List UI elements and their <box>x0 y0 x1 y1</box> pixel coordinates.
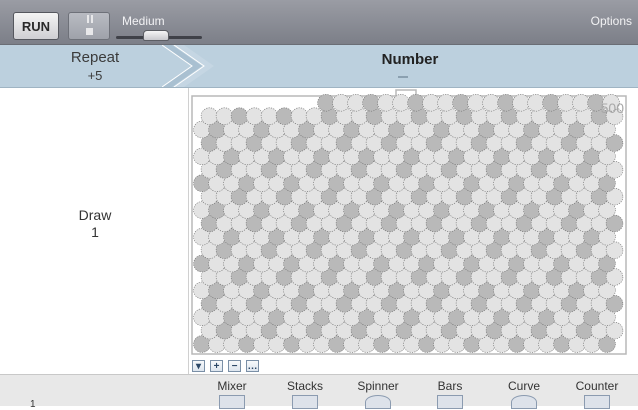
ball <box>572 94 590 112</box>
mixer-icon[interactable] <box>219 395 245 409</box>
chevron-arrow-icon <box>162 45 214 87</box>
remove-ball-button[interactable]: − <box>228 360 241 372</box>
ball-container[interactable] <box>186 86 632 360</box>
draw-value[interactable]: 1 <box>40 224 150 240</box>
ball <box>362 94 380 112</box>
stacks-icon[interactable] <box>292 395 318 409</box>
ball <box>200 107 219 125</box>
more-options-button[interactable]: … <box>246 360 259 372</box>
ball <box>497 94 515 112</box>
palette-item-stacks[interactable]: Stacks <box>275 379 335 393</box>
ball <box>557 94 575 112</box>
draw-panel: Draw 1 <box>0 88 189 374</box>
device-title: Number <box>381 51 439 68</box>
ball <box>317 94 335 112</box>
ball <box>407 94 425 112</box>
header-band: Repeat +5 Number <box>0 45 638 88</box>
ball <box>422 94 440 112</box>
ball <box>245 107 264 125</box>
ball <box>392 94 410 112</box>
ball <box>215 107 234 125</box>
palette-item-mixer[interactable]: Mixer <box>202 379 262 393</box>
palette-item-bars[interactable]: Bars <box>420 379 480 393</box>
ball <box>452 94 470 112</box>
palette-item-spinner[interactable]: Spinner <box>348 379 408 393</box>
repeat-label[interactable]: Repeat <box>40 50 150 66</box>
ball <box>467 94 485 112</box>
ball <box>512 94 530 112</box>
ball <box>230 107 249 125</box>
palette-item-counter[interactable]: Counter <box>567 379 627 393</box>
ball <box>290 107 309 125</box>
device-palette: 1 Mixer Stacks Spinner Bars Curve Counte… <box>0 374 638 410</box>
bars-icon[interactable] <box>437 395 463 409</box>
ball <box>482 94 500 112</box>
spinner-icon[interactable] <box>365 395 391 409</box>
palette-item-curve[interactable]: Curve <box>494 379 554 393</box>
add-ball-button[interactable]: + <box>210 360 223 372</box>
curve-icon[interactable] <box>511 395 537 409</box>
run-button[interactable]: RUN <box>13 12 59 40</box>
ball <box>377 94 395 112</box>
options-link[interactable]: Options <box>591 14 632 28</box>
pause-stop-button[interactable] <box>68 12 110 40</box>
draw-label[interactable]: Draw <box>40 207 150 223</box>
ball <box>305 107 324 125</box>
speed-slider-thumb[interactable] <box>143 30 169 41</box>
ball-count: 500 <box>600 100 624 116</box>
tab-handle[interactable] <box>398 76 408 78</box>
toolbar: RUN Medium Options <box>0 0 638 45</box>
ball <box>542 94 560 112</box>
collapse-button[interactable]: ▾ <box>192 360 205 372</box>
pause-icon[interactable] <box>86 15 94 23</box>
repeat-value[interactable]: +5 <box>40 68 150 83</box>
ball <box>260 107 279 125</box>
ball <box>275 107 294 125</box>
ball <box>437 94 455 112</box>
speed-label: Medium <box>122 14 165 28</box>
ball <box>332 94 350 112</box>
stop-icon[interactable] <box>86 28 93 35</box>
ball <box>527 94 545 112</box>
ball <box>347 94 365 112</box>
counter-icon[interactable] <box>584 395 610 409</box>
